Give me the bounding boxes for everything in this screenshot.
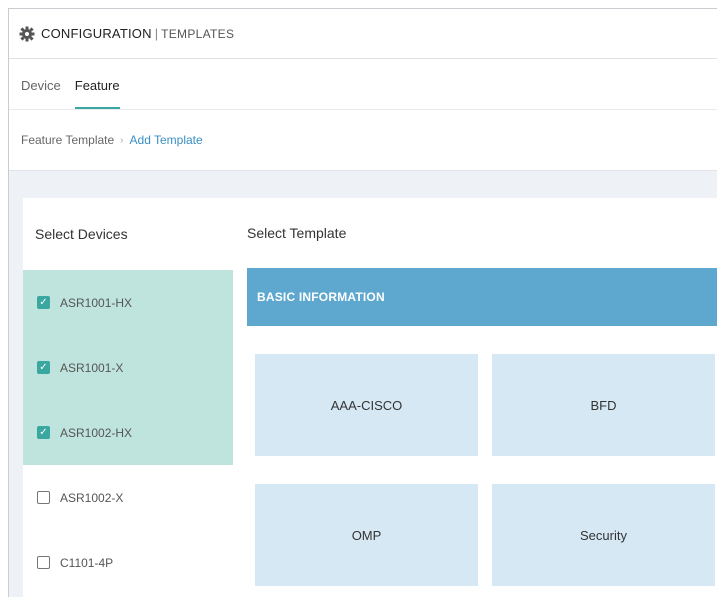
breadcrumb: Feature Template › Add Template	[9, 109, 717, 171]
basic-information-section[interactable]: BASIC INFORMATION	[247, 268, 717, 326]
template-tile-omp[interactable]: OMP	[255, 484, 478, 586]
template-tile-aaa-cisco[interactable]: AAA-CISCO	[255, 354, 478, 456]
app-frame: CONFIGURATION | TEMPLATES Device Feature…	[8, 8, 717, 597]
device-label: ASR1001-X	[60, 360, 124, 375]
breadcrumb-separator: ›	[120, 134, 124, 146]
checkbox-checked-icon[interactable]: ✓	[37, 426, 50, 439]
device-row-asr1002-hx[interactable]: ✓ ASR1002-HX	[23, 400, 233, 465]
breadcrumb-add-template[interactable]: Add Template	[130, 133, 203, 147]
checkbox-checked-icon[interactable]: ✓	[37, 296, 50, 309]
device-label: ASR1002-X	[60, 490, 124, 505]
tab-bar: Device Feature	[9, 59, 717, 109]
gear-icon	[19, 26, 35, 41]
breadcrumb-feature-template[interactable]: Feature Template	[21, 133, 114, 147]
checkbox-checked-icon[interactable]: ✓	[37, 361, 50, 374]
device-label: ASR1002-HX	[60, 425, 133, 440]
device-label: ASR1001-HX	[60, 295, 133, 310]
select-template-panel: Select Template BASIC INFORMATION AAA-CI…	[233, 198, 717, 597]
checkbox-unchecked-icon[interactable]	[37, 556, 50, 569]
select-devices-panel: Select Devices ✓ ASR1001-HX ✓ ASR1001-X …	[23, 198, 233, 597]
select-devices-heading: Select Devices	[35, 226, 128, 242]
checkbox-unchecked-icon[interactable]	[37, 491, 50, 504]
device-row-asr1001-x[interactable]: ✓ ASR1001-X	[23, 335, 233, 400]
device-row-asr1002-x[interactable]: ASR1002-X	[23, 465, 233, 530]
tab-feature[interactable]: Feature	[74, 78, 120, 109]
template-tile-security[interactable]: Security	[492, 484, 715, 586]
top-bar: CONFIGURATION | TEMPLATES	[9, 9, 717, 59]
select-template-heading: Select Template	[247, 225, 347, 241]
page-title: CONFIGURATION	[41, 26, 152, 41]
tab-device[interactable]: Device	[21, 78, 61, 109]
device-row-asr1001-hx[interactable]: ✓ ASR1001-HX	[23, 270, 233, 335]
template-tile-bfd[interactable]: BFD	[492, 354, 715, 456]
device-row-c1101-4p[interactable]: C1101-4P	[23, 530, 233, 595]
page-subtitle: TEMPLATES	[161, 26, 235, 41]
title-separator: |	[154, 26, 159, 41]
device-label: C1101-4P	[60, 555, 114, 570]
